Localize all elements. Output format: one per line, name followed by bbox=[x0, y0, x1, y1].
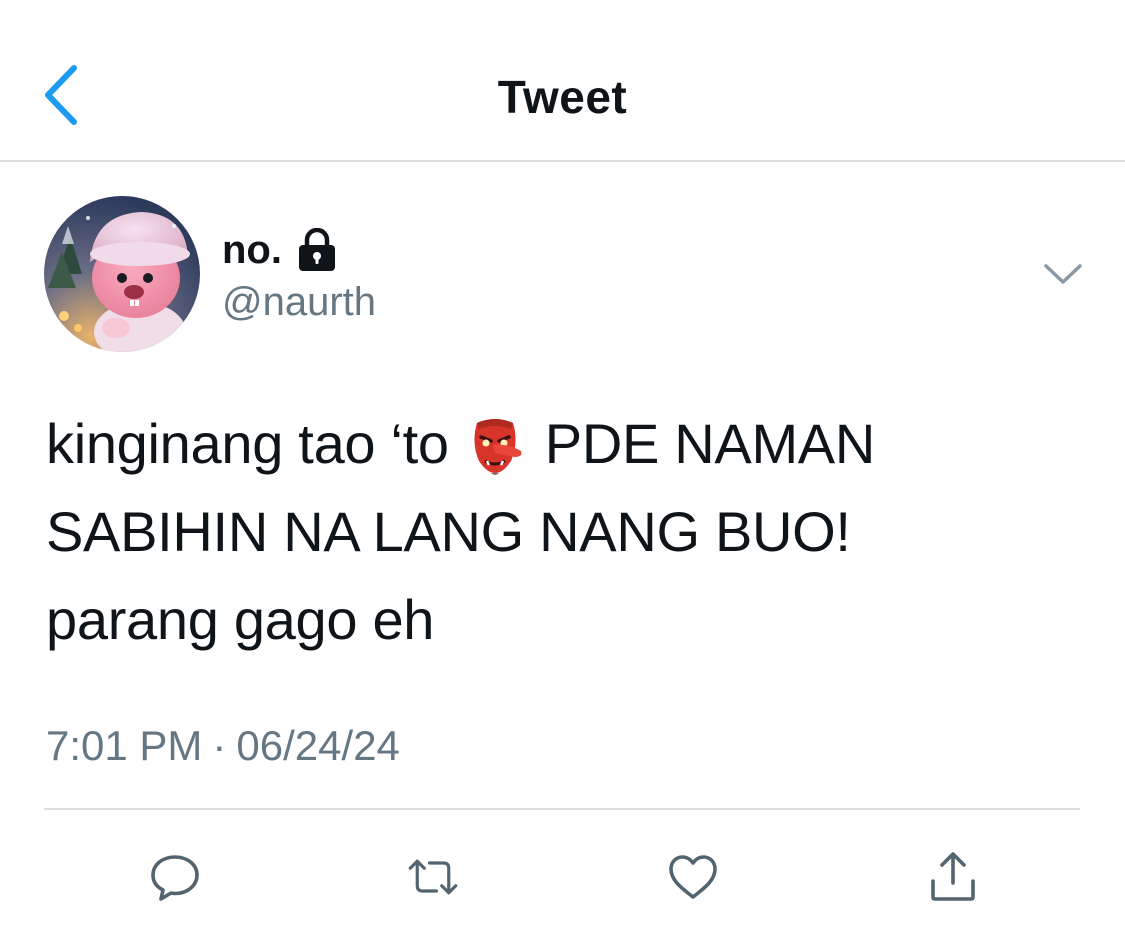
tweet-line: SABIHIN NA LANG NANG BUO! bbox=[46, 500, 851, 563]
divider bbox=[44, 808, 1080, 810]
chevron-down-icon bbox=[1044, 264, 1082, 284]
tweet-detail-page: Tweet no. @naurth kinginang tao ‘to PDE … bbox=[0, 0, 1125, 940]
more-options-button[interactable] bbox=[1040, 256, 1086, 292]
tweet-text-segment: PDE NAMAN bbox=[544, 412, 876, 475]
like-button[interactable] bbox=[662, 846, 724, 908]
retweet-button[interactable] bbox=[402, 846, 464, 908]
avatar-image bbox=[44, 196, 200, 352]
author-name-row[interactable]: no. bbox=[222, 222, 338, 278]
share-icon bbox=[931, 852, 975, 901]
avatar[interactable] bbox=[44, 196, 200, 352]
share-button[interactable] bbox=[922, 846, 984, 908]
tweet-date: 06/24/24 bbox=[236, 722, 400, 769]
timestamp-separator: · bbox=[212, 722, 227, 769]
display-name: no. bbox=[222, 227, 282, 272]
retweet-icon bbox=[408, 859, 458, 895]
tweet-time: 7:01 PM bbox=[46, 722, 203, 769]
reply-button[interactable] bbox=[144, 846, 206, 908]
reply-icon bbox=[151, 855, 199, 901]
top-bar: Tweet bbox=[0, 0, 1125, 162]
tweet-line: parang gago eh bbox=[46, 588, 435, 651]
tweet-text-segment: kinginang tao ‘to bbox=[46, 412, 449, 475]
goblin-emoji-icon bbox=[463, 413, 527, 477]
tweet-line: kinginang tao ‘to PDE NAMAN bbox=[46, 400, 1086, 488]
heart-icon bbox=[669, 855, 717, 899]
user-handle[interactable]: @naurth bbox=[222, 280, 376, 325]
tweet-timestamp: 7:01 PM · 06/24/24 bbox=[46, 722, 400, 770]
page-title: Tweet bbox=[497, 71, 628, 123]
lock-icon bbox=[296, 227, 338, 272]
tweet-text: kinginang tao ‘to PDE NAMAN SABIHIN NA L… bbox=[46, 400, 1086, 664]
